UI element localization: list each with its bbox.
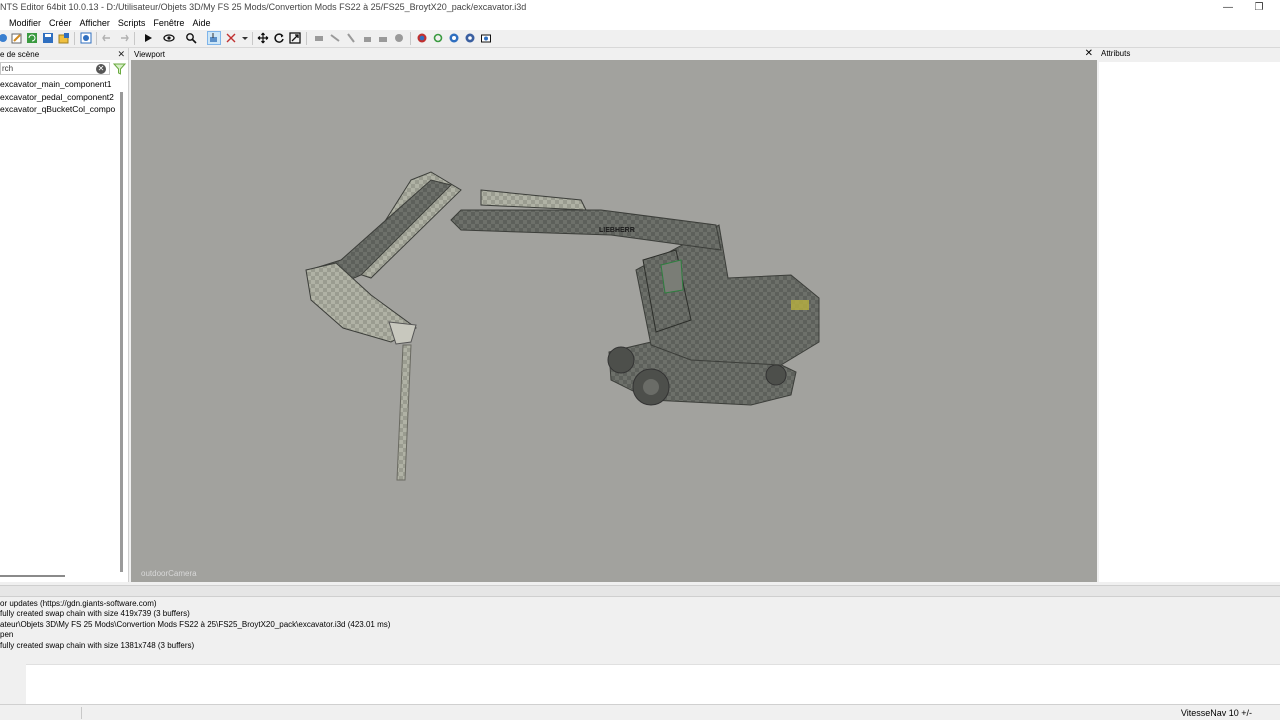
scene-item-main-component[interactable]: excavator_main_component1 (0, 78, 120, 91)
save-icon[interactable] (41, 31, 55, 45)
log-line: fully created swap chain with size 1381x… (0, 640, 195, 650)
duplicate-icon[interactable] (392, 31, 406, 45)
play-icon[interactable] (141, 31, 155, 45)
toolbar (0, 30, 1280, 48)
scene-graph-panel: e de scène ✕ rch ✕ excavator_main_compon… (0, 48, 129, 582)
restore-button[interactable]: ❐ (1245, 0, 1273, 16)
materials-icon[interactable] (415, 31, 429, 45)
chevron-down-icon[interactable] (238, 31, 252, 45)
ungroup-icon[interactable] (376, 31, 390, 45)
close-icon[interactable]: ✕ (117, 48, 125, 60)
panel-splitter[interactable] (0, 585, 1280, 597)
group-icon[interactable] (360, 31, 374, 45)
log-line: ateur\Objets 3D\My FS 25 Mods\Convertion… (0, 619, 391, 629)
select-mode-icon[interactable] (207, 31, 221, 45)
excavator-model: LIEBHERR (305, 171, 820, 481)
menu-modifier[interactable]: Modifier (5, 16, 45, 30)
menu-scripts[interactable]: Scripts (114, 16, 150, 30)
scene-panel-header: e de scène ✕ (0, 48, 128, 60)
attributes-panel (1099, 62, 1280, 582)
script-gutter (0, 664, 26, 704)
viewport-header: Viewport ✕ (131, 48, 1097, 60)
settings-icon[interactable] (463, 31, 477, 45)
camera-label: outdoorCamera (141, 569, 197, 578)
log-line: or updates (https://gdn.giants-software.… (0, 599, 157, 608)
scene-item-pedal-component[interactable]: excavator_pedal_component2 (0, 91, 120, 104)
redo-icon[interactable] (117, 31, 131, 45)
nav-speed-status: VitesseNav 10 +/- (1180, 708, 1252, 718)
scene-tree: excavator_main_component1 excavator_peda… (0, 78, 120, 116)
reload-icon[interactable] (431, 31, 445, 45)
menu-aide[interactable]: Aide (188, 16, 214, 30)
attributes-header: Attributs (1099, 48, 1280, 60)
gear-icon[interactable] (447, 31, 461, 45)
pivot-icon[interactable] (344, 31, 358, 45)
close-icon[interactable]: ✕ (1085, 48, 1093, 60)
vertical-scrollbar[interactable] (120, 92, 123, 572)
refresh-icon[interactable] (25, 31, 39, 45)
eye-icon[interactable] (162, 31, 176, 45)
clear-search-icon[interactable]: ✕ (96, 64, 106, 74)
export-icon[interactable] (79, 31, 93, 45)
rotate-icon[interactable] (272, 31, 286, 45)
align-icon[interactable] (312, 31, 326, 45)
menu-afficher[interactable]: Afficher (76, 16, 114, 30)
open-file-icon[interactable] (10, 31, 24, 45)
menu-bar: Modifier Créer Afficher Scripts Fenêtre … (0, 16, 1280, 30)
title-bar: NTS Editor 64bit 10.0.13 - D:/Utilisateu… (0, 0, 1280, 16)
search-input[interactable]: rch (0, 62, 110, 75)
camera-icon[interactable] (479, 31, 493, 45)
menu-creer[interactable]: Créer (45, 16, 76, 30)
log-line: fully created swap chain with size 419x7… (0, 609, 190, 619)
save-as-icon[interactable] (57, 31, 71, 45)
zoom-icon[interactable] (184, 31, 198, 45)
console-log: or updates (https://gdn.giants-software.… (0, 598, 1280, 664)
snap-icon[interactable] (328, 31, 342, 45)
undo-icon[interactable] (100, 31, 114, 45)
horizontal-scrollbar[interactable] (0, 575, 65, 577)
move-icon[interactable] (256, 31, 270, 45)
viewport-title: Viewport (134, 49, 165, 59)
scene-panel-title: e de scène (0, 49, 40, 59)
window-title: NTS Editor 64bit 10.0.13 - D:/Utilisateu… (0, 2, 527, 12)
scale-icon[interactable] (288, 31, 302, 45)
scene-item-bucketcol-component[interactable]: excavator_qBucketCol_compo (0, 103, 120, 116)
script-input[interactable] (26, 664, 1280, 704)
filter-icon[interactable] (113, 63, 126, 75)
transform-mode-icon[interactable] (224, 31, 238, 45)
viewport-3d[interactable]: LIEBHERR outdoorCamera (131, 60, 1097, 582)
new-file-icon[interactable] (0, 31, 10, 45)
log-line: pen (0, 630, 14, 640)
minimize-button[interactable]: — (1214, 0, 1242, 16)
status-bar: VitesseNav 10 +/- (0, 704, 1280, 720)
menu-fenetre[interactable]: Fenêtre (149, 16, 188, 30)
brand-label: LIEBHERR (599, 227, 635, 234)
